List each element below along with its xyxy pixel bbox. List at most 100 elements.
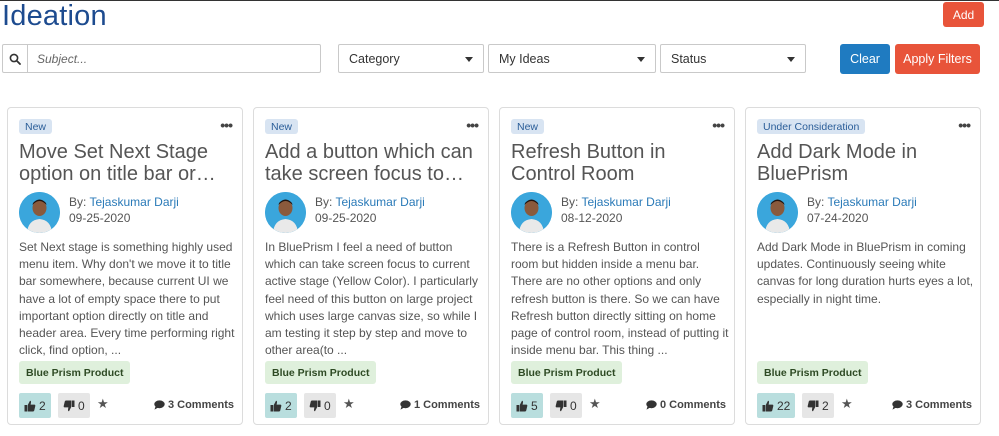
downvote-count: 0	[324, 398, 331, 413]
idea-card[interactable]: New ••• Move Set Next Stage option on ti…	[7, 107, 243, 425]
clear-filters-button[interactable]: Clear	[840, 44, 890, 74]
by-label: By:	[561, 195, 579, 209]
status-select[interactable]: Status	[660, 44, 806, 73]
search-box	[2, 44, 321, 73]
author-line: By: Tejaskumar Darji	[561, 195, 671, 209]
thumbs-up-icon	[24, 400, 36, 411]
category-tag[interactable]: Blue Prism Product	[511, 361, 623, 384]
author-line: By: Tejaskumar Darji	[315, 195, 425, 209]
upvote-count: 2	[39, 398, 46, 413]
more-options-icon[interactable]: •••	[466, 118, 479, 132]
author-link[interactable]: Tejaskumar Darji	[89, 195, 178, 209]
comment-icon	[154, 400, 165, 410]
star-icon[interactable]: ★	[343, 396, 355, 412]
comment-icon	[892, 400, 903, 410]
upvote-count: 22	[777, 398, 791, 413]
thumbs-down-icon	[309, 400, 321, 411]
author-line: By: Tejaskumar Darji	[69, 195, 179, 209]
page-title: Ideation	[2, 0, 107, 32]
category-tag[interactable]: Blue Prism Product	[265, 361, 377, 384]
top-border	[0, 0, 999, 1]
comments-count: 3 Comments	[167, 399, 234, 411]
idea-title[interactable]: Add Dark Mode in BluePrism	[757, 141, 971, 185]
star-icon[interactable]: ★	[97, 396, 109, 412]
upvote-count: 5	[531, 398, 538, 413]
comments-link[interactable]: 0 Comments	[646, 399, 726, 411]
my-ideas-select-value: My Ideas	[499, 51, 550, 66]
idea-description: In BluePrism I feel a need of button whi…	[265, 240, 478, 358]
upvote-button[interactable]: 5	[511, 393, 543, 418]
upvote-button[interactable]: 2	[265, 393, 297, 418]
idea-title[interactable]: Refresh Button in Control Room	[511, 141, 725, 185]
downvote-button[interactable]: 2	[802, 393, 834, 418]
by-label: By:	[69, 195, 87, 209]
status-badge: New	[511, 119, 545, 134]
comments-link[interactable]: 3 Comments	[154, 399, 234, 411]
search-icon[interactable]	[3, 45, 28, 72]
thumbs-up-icon	[270, 400, 282, 411]
star-icon[interactable]: ★	[589, 396, 601, 412]
more-options-icon[interactable]: •••	[712, 118, 725, 132]
category-tag[interactable]: Blue Prism Product	[19, 361, 131, 384]
thumbs-down-icon	[63, 400, 75, 411]
chevron-down-icon	[465, 57, 473, 62]
comment-icon	[400, 400, 411, 410]
idea-date: 07-24-2020	[807, 211, 869, 225]
idea-date: 09-25-2020	[315, 211, 377, 225]
upvote-button[interactable]: 2	[19, 393, 51, 418]
chevron-down-icon	[787, 57, 795, 62]
add-idea-button[interactable]: Add	[943, 2, 984, 27]
category-select-value: Category	[349, 51, 400, 66]
status-select-value: Status	[671, 51, 707, 66]
status-badge: New	[19, 119, 53, 134]
my-ideas-select[interactable]: My Ideas	[488, 44, 656, 73]
comments-count: 1 Comments	[413, 399, 480, 411]
downvote-button[interactable]: 0	[58, 393, 90, 418]
avatar[interactable]	[757, 192, 798, 233]
idea-date: 09-25-2020	[69, 211, 131, 225]
author-link[interactable]: Tejaskumar Darji	[335, 195, 424, 209]
apply-filters-button[interactable]: Apply Filters	[895, 44, 980, 74]
status-badge: Under Consideration	[757, 119, 866, 134]
comments-count: 0 Comments	[659, 399, 726, 411]
downvote-count: 2	[822, 398, 829, 413]
idea-description: There is a Refresh Button in control roo…	[511, 240, 729, 358]
idea-title[interactable]: Move Set Next Stage option on title bar …	[19, 141, 233, 185]
avatar[interactable]	[511, 192, 552, 233]
idea-card[interactable]: New ••• Add a button which can take scre…	[253, 107, 489, 425]
idea-card[interactable]: New ••• Refresh Button in Control Room B…	[499, 107, 735, 425]
idea-title[interactable]: Add a button which can take screen focus…	[265, 141, 479, 185]
upvote-button[interactable]: 22	[757, 393, 796, 418]
idea-card[interactable]: Under Consideration ••• Add Dark Mode in…	[745, 107, 981, 425]
downvote-button[interactable]: 0	[550, 393, 582, 418]
thumbs-up-icon	[762, 400, 774, 411]
status-badge: New	[265, 119, 299, 134]
idea-date: 08-12-2020	[561, 211, 623, 225]
avatar[interactable]	[19, 192, 60, 233]
by-label: By:	[315, 195, 333, 209]
comments-link[interactable]: 3 Comments	[892, 399, 972, 411]
subject-search-input[interactable]	[28, 45, 320, 72]
downvote-count: 0	[570, 398, 577, 413]
author-line: By: Tejaskumar Darji	[807, 195, 917, 209]
category-select[interactable]: Category	[338, 44, 484, 73]
chevron-down-icon	[637, 57, 645, 62]
more-options-icon[interactable]: •••	[220, 118, 233, 132]
thumbs-up-icon	[516, 400, 528, 411]
comments-link[interactable]: 1 Comments	[400, 399, 480, 411]
comments-count: 3 Comments	[905, 399, 972, 411]
idea-description: Set Next stage is something highly used …	[19, 240, 235, 358]
downvote-count: 0	[78, 398, 85, 413]
star-icon[interactable]: ★	[841, 396, 853, 412]
comment-icon	[646, 400, 657, 410]
thumbs-down-icon	[807, 400, 819, 411]
category-tag[interactable]: Blue Prism Product	[757, 361, 869, 384]
upvote-count: 2	[285, 398, 292, 413]
author-link[interactable]: Tejaskumar Darji	[827, 195, 916, 209]
avatar[interactable]	[265, 192, 306, 233]
thumbs-down-icon	[555, 400, 567, 411]
more-options-icon[interactable]: •••	[958, 118, 971, 132]
idea-description: Add Dark Mode in BluePrism in coming upd…	[757, 240, 974, 306]
author-link[interactable]: Tejaskumar Darji	[581, 195, 670, 209]
downvote-button[interactable]: 0	[304, 393, 336, 418]
